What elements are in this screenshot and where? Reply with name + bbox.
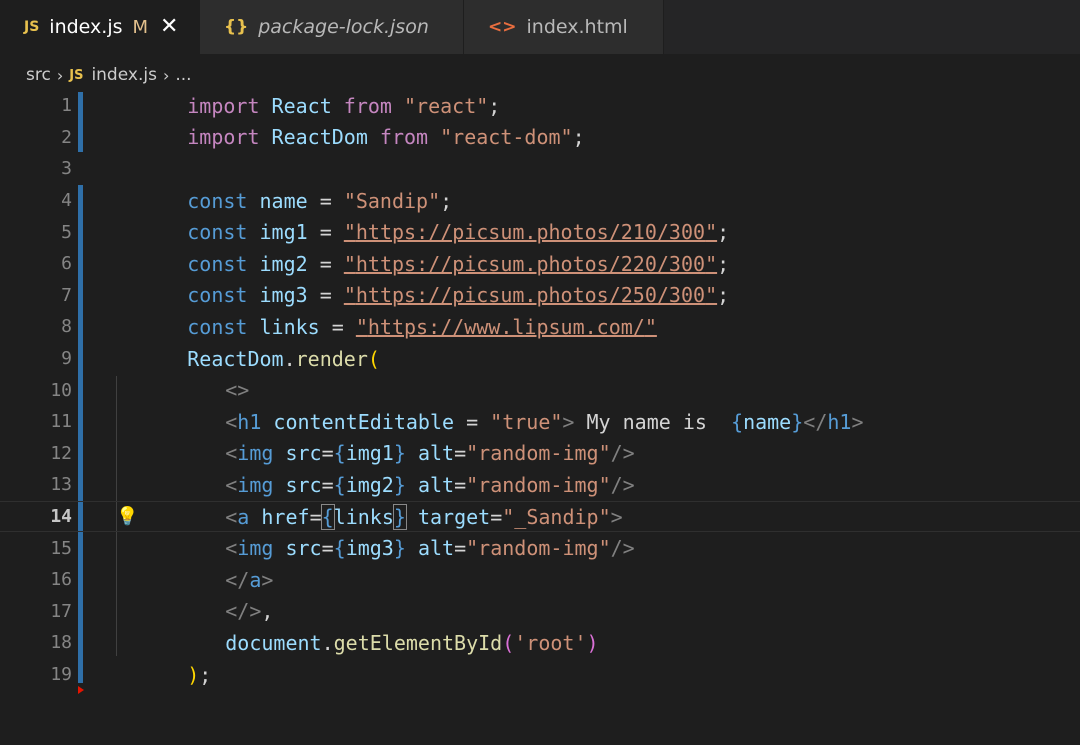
javascript-file-icon: JS	[24, 19, 40, 35]
token: name	[743, 409, 792, 434]
token: .	[283, 346, 296, 371]
token: .	[321, 630, 334, 655]
tab-index-html[interactable]: <> index.html	[464, 0, 664, 54]
breadcrumb-folder[interactable]: src	[26, 65, 51, 85]
editor-tab-bar: JS index.js M ✕ {} package-lock.json <> …	[0, 0, 1080, 54]
token: {	[333, 536, 346, 561]
token: "	[705, 283, 718, 308]
token: (	[502, 630, 515, 655]
token: ;	[199, 662, 212, 687]
tab-label: index.js	[49, 16, 123, 38]
url-link[interactable]: https://www.lipsum.com/	[368, 315, 645, 339]
tab-index-js[interactable]: JS index.js M ✕	[0, 0, 200, 54]
token: />	[610, 536, 635, 561]
lightbulb-icon[interactable]: 💡	[116, 506, 138, 527]
token: render	[295, 346, 368, 371]
token: )	[187, 662, 200, 687]
html-file-icon: <>	[488, 17, 517, 37]
token: img3	[345, 536, 394, 561]
token: h1	[827, 409, 852, 434]
json-file-icon: {}	[224, 17, 249, 37]
token: }	[791, 409, 804, 434]
token: {	[731, 409, 744, 434]
token: ReactDom	[259, 125, 380, 150]
token: </	[803, 409, 828, 434]
token: "react-dom"	[428, 125, 573, 150]
tab-label: index.html	[526, 16, 628, 38]
code-editor[interactable]: 1 2 3 4 5 6 7 8 9 10 11 12 13 14 15 16 17 18 19 import Rea…	[0, 90, 1080, 745]
modified-indicator: M	[132, 16, 149, 38]
line-number[interactable]: 3	[12, 158, 72, 179]
javascript-file-icon: JS	[69, 67, 84, 83]
token: alt	[405, 536, 455, 561]
code-line-2[interactable]: import ReactDom from "react-dom";	[0, 122, 1080, 154]
token: =	[454, 536, 467, 561]
token: >	[851, 409, 864, 434]
token: src	[273, 536, 322, 561]
token: "random-img"	[466, 536, 611, 561]
token: )	[586, 630, 599, 655]
code-line-19[interactable]: );	[0, 659, 1080, 691]
token: ;	[717, 283, 730, 308]
token: }	[393, 536, 406, 561]
token: 'root'	[514, 630, 587, 655]
token: from	[379, 125, 429, 150]
tab-package-lock-json[interactable]: {} package-lock.json	[200, 0, 464, 54]
tab-label: package-lock.json	[258, 16, 429, 38]
token: ;	[572, 125, 585, 150]
token: (	[367, 346, 380, 371]
token: import	[187, 125, 260, 150]
token: getElementById	[333, 630, 503, 655]
token: "	[644, 314, 657, 339]
token: document	[225, 630, 322, 655]
token: =	[321, 536, 334, 561]
chevron-right-icon: ›	[56, 65, 64, 85]
close-icon[interactable]: ✕	[160, 16, 178, 38]
